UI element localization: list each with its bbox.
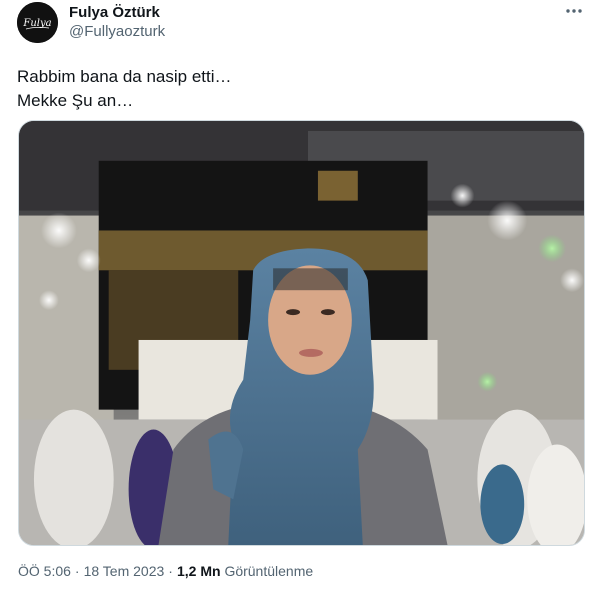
author-handle[interactable]: @Fullyaozturk xyxy=(69,23,165,40)
avatar[interactable]: Fulya xyxy=(17,2,58,43)
more-options-button[interactable] xyxy=(563,3,585,19)
ellipsis-icon xyxy=(566,9,582,13)
tweet-text: Rabbim bana da nasip etti… Mekke Şu an… xyxy=(17,65,577,113)
photo-illustration xyxy=(19,121,584,545)
tweet-meta: ÖÖ 5:06 · 18 Tem 2023 · 1,2 Mn Görüntülenme xyxy=(18,563,313,579)
tweet-text-line: Mekke Şu an… xyxy=(17,91,134,110)
meta-separator: · xyxy=(168,563,173,579)
tweet-photo[interactable] xyxy=(18,120,585,546)
views-count: 1,2 Mn xyxy=(176,563,221,579)
tweet-card: Fulya Fulya Öztürk @Fullyaozturk Rabbim … xyxy=(0,0,596,592)
meta-separator: · xyxy=(74,563,80,579)
tweet-text-line: Rabbim bana da nasip etti… xyxy=(17,67,232,86)
tweet-time[interactable]: ÖÖ 5:06 xyxy=(18,563,71,579)
signature-logo: Fulya xyxy=(17,2,58,43)
tweet-date[interactable]: 18 Tem 2023 xyxy=(84,563,165,579)
views-label: Görüntülenme xyxy=(224,563,314,579)
author-name[interactable]: Fulya Öztürk xyxy=(69,4,160,21)
